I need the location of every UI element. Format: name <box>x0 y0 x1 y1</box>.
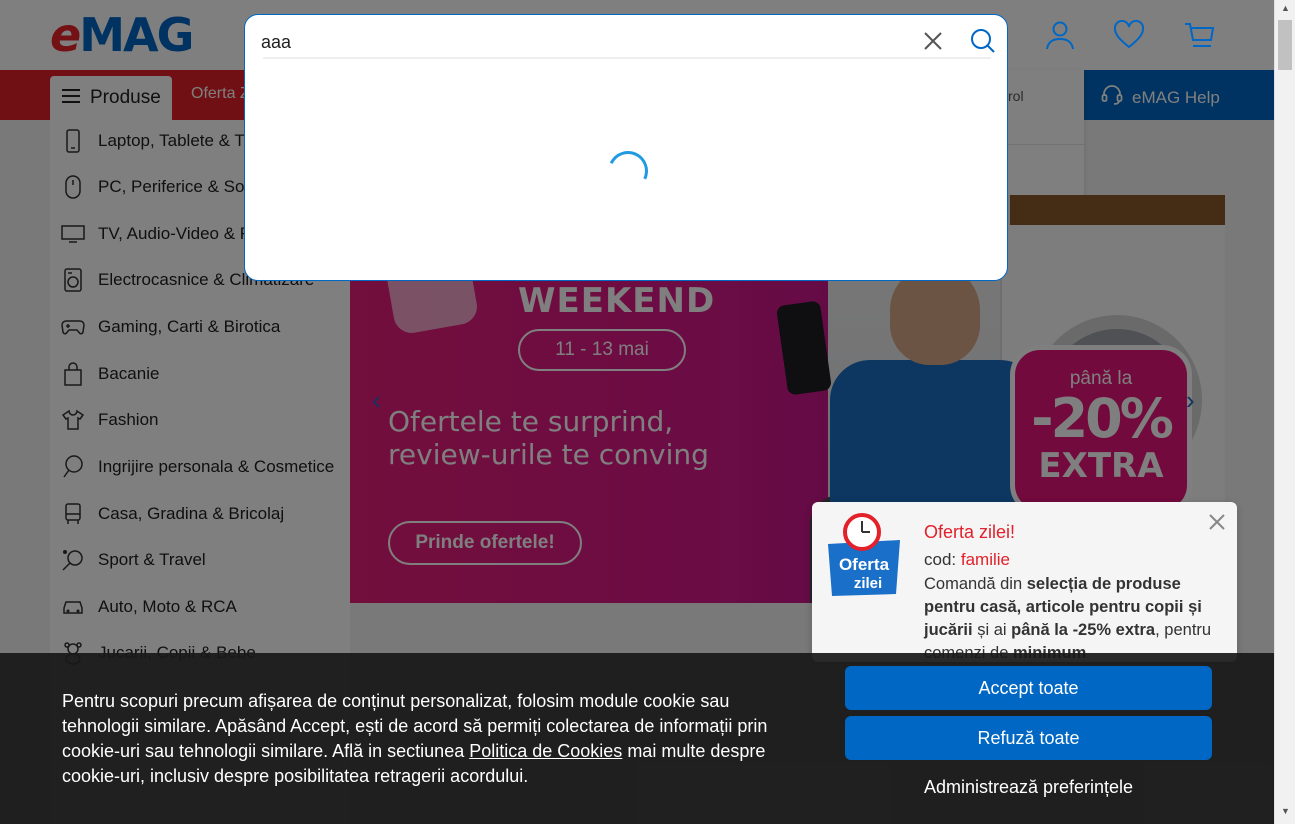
loading-spinner-icon <box>602 145 654 197</box>
search-panel <box>244 14 1008 281</box>
accept-all-button[interactable]: Accept toate <box>845 666 1212 710</box>
heart-icon[interactable] <box>1111 17 1147 53</box>
oferta-zilei-logo: Oferta zilei <box>824 510 904 600</box>
close-icon[interactable] <box>1205 510 1229 534</box>
svg-text:Oferta: Oferta <box>839 555 890 574</box>
scroll-up-icon[interactable]: ▲ <box>1275 3 1295 19</box>
manage-preferences-link[interactable]: Administrează preferințele <box>845 777 1212 798</box>
user-icon[interactable] <box>1042 17 1078 53</box>
cart-icon[interactable] <box>1181 17 1217 53</box>
search-icon[interactable] <box>963 21 1003 61</box>
scroll-down-icon[interactable]: ▼ <box>1275 806 1295 822</box>
refuse-all-button[interactable]: Refuză toate <box>845 716 1212 760</box>
offer-code: cod: familie <box>924 550 1010 569</box>
close-icon[interactable] <box>913 21 953 61</box>
offer-title: Oferta zilei! <box>924 522 1016 542</box>
offer-description: Comandă din selecția de produse pentru c… <box>924 575 1212 662</box>
scrollbar-thumb[interactable] <box>1278 20 1292 70</box>
divider <box>263 57 991 59</box>
cookie-text: Pentru scopuri precum afișarea de conțin… <box>62 691 768 786</box>
offer-popup: Oferta zilei Oferta zilei! cod: familie … <box>812 502 1237 662</box>
svg-text:zilei: zilei <box>854 575 882 592</box>
scrollbar[interactable]: ▲ ▼ <box>1274 0 1295 824</box>
cookie-policy-link[interactable]: Politica de Cookies <box>469 741 622 761</box>
cookie-consent-bar: Pentru scopuri precum afișarea de conțin… <box>0 653 1274 824</box>
search-input[interactable] <box>261 25 905 59</box>
